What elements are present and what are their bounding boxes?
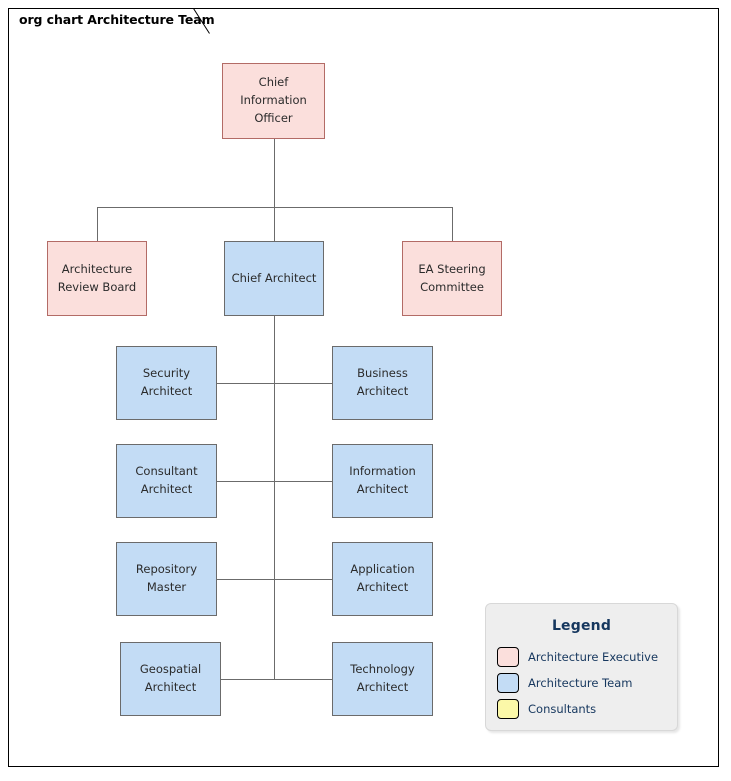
connector-row-technology-right <box>274 679 332 680</box>
connector-row-information-right <box>274 481 332 482</box>
node-technology-architect[interactable]: Technology Architect <box>332 642 433 716</box>
legend-item-architecture-executive: Architecture Executive <box>497 644 677 670</box>
org-chart-canvas: org chart Architecture Team Chief Inform… <box>0 0 731 781</box>
node-chief-architect[interactable]: Chief Architect <box>224 241 324 316</box>
diagram-title: org chart Architecture Team <box>19 12 215 27</box>
legend-item-label: Architecture Team <box>528 676 633 690</box>
node-label: Chief Information Officer <box>240 75 307 125</box>
connector-drop-ea-steering <box>452 207 453 241</box>
connector-row-business-right <box>274 383 332 384</box>
legend-swatch-icon <box>497 673 519 693</box>
node-geospatial-architect[interactable]: Geospatial Architect <box>120 642 221 716</box>
connector-row-security-left <box>217 383 275 384</box>
node-label: Application Architect <box>350 562 415 594</box>
node-security-architect[interactable]: Security Architect <box>116 346 217 420</box>
node-label: Repository Master <box>135 562 198 594</box>
node-label: Security Architect <box>140 366 193 398</box>
connector-row-application-right <box>274 579 332 580</box>
node-application-architect[interactable]: Application Architect <box>332 542 433 616</box>
legend-panel: Legend Architecture Executive Architectu… <box>485 603 678 731</box>
node-label: EA Steering Committee <box>418 261 486 294</box>
node-label: Geospatial Architect <box>139 662 202 694</box>
node-chief-information-officer[interactable]: Chief Information Officer <box>222 63 325 139</box>
node-label: Information Architect <box>349 464 416 496</box>
legend-item-label: Consultants <box>528 702 597 716</box>
connector-drop-chief-architect <box>274 207 275 241</box>
connector-cio-down <box>274 139 275 207</box>
node-repository-master[interactable]: Repository Master <box>116 542 217 616</box>
node-label: Technology Architect <box>350 662 415 694</box>
legend-item-consultants: Consultants <box>497 696 677 722</box>
legend-item-label: Architecture Executive <box>528 650 659 664</box>
diagram-title-tab[interactable]: org chart Architecture Team <box>8 8 215 34</box>
node-label: Architecture Review Board <box>57 261 137 294</box>
legend-swatch-icon <box>497 647 519 667</box>
node-architecture-review-board[interactable]: Architecture Review Board <box>47 241 147 316</box>
connector-row-consultant-left <box>217 481 275 482</box>
node-label: Business Architect <box>356 366 409 398</box>
connector-row-geospatial-left <box>221 679 275 680</box>
legend-item-list: Architecture Executive Architecture Team… <box>486 644 677 722</box>
node-label: Consultant Architect <box>135 464 198 496</box>
connector-chief-architect-spine <box>274 316 275 680</box>
node-consultant-architect[interactable]: Consultant Architect <box>116 444 217 518</box>
node-business-architect[interactable]: Business Architect <box>332 346 433 420</box>
legend-item-architecture-team: Architecture Team <box>497 670 677 696</box>
node-label: Chief Architect <box>231 270 317 285</box>
connector-drop-arb <box>97 207 98 241</box>
node-ea-steering-committee[interactable]: EA Steering Committee <box>402 241 502 316</box>
connector-row-repository-left <box>217 579 275 580</box>
legend-swatch-icon <box>497 699 519 719</box>
legend-title: Legend <box>551 618 612 634</box>
node-information-architect[interactable]: Information Architect <box>332 444 433 518</box>
